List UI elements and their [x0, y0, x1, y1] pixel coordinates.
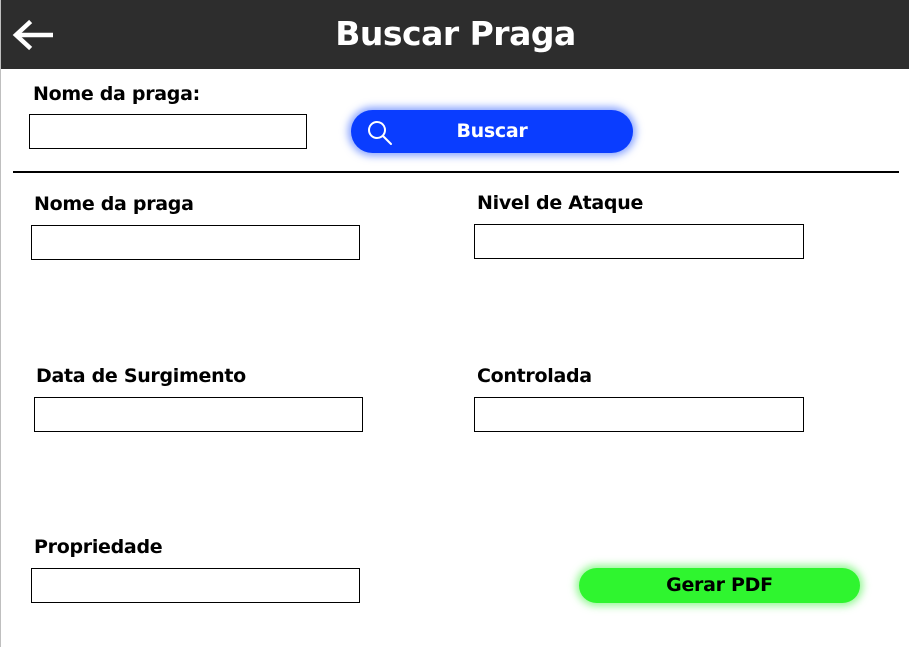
emergence-date-label: Data de Surgimento: [36, 365, 246, 387]
attack-level-label: Nivel de Ataque: [477, 192, 644, 214]
emergence-date-field[interactable]: [34, 397, 363, 432]
back-button[interactable]: [11, 18, 54, 52]
generate-pdf-button[interactable]: Gerar PDF: [579, 568, 860, 603]
header-bar: Buscar Praga: [1, 0, 909, 69]
controlled-field[interactable]: [474, 397, 804, 432]
property-field[interactable]: [31, 568, 360, 603]
page-title: Buscar Praga: [335, 14, 576, 53]
property-label: Propriedade: [34, 536, 163, 558]
controlled-label: Controlada: [477, 365, 592, 387]
search-name-input[interactable]: [29, 114, 307, 149]
generate-pdf-label: Gerar PDF: [666, 574, 773, 596]
divider: [13, 171, 899, 173]
pest-name-label: Nome da praga: [34, 193, 194, 215]
search-name-label: Nome da praga:: [33, 83, 200, 105]
search-pest-screen: Buscar Praga Nome da praga: Buscar Nome …: [0, 0, 909, 647]
search-button-label: Buscar: [456, 120, 528, 142]
pest-name-field[interactable]: [31, 225, 360, 260]
arrow-left-icon: [12, 19, 54, 51]
search-button[interactable]: Buscar: [351, 110, 633, 153]
attack-level-field[interactable]: [474, 224, 804, 259]
